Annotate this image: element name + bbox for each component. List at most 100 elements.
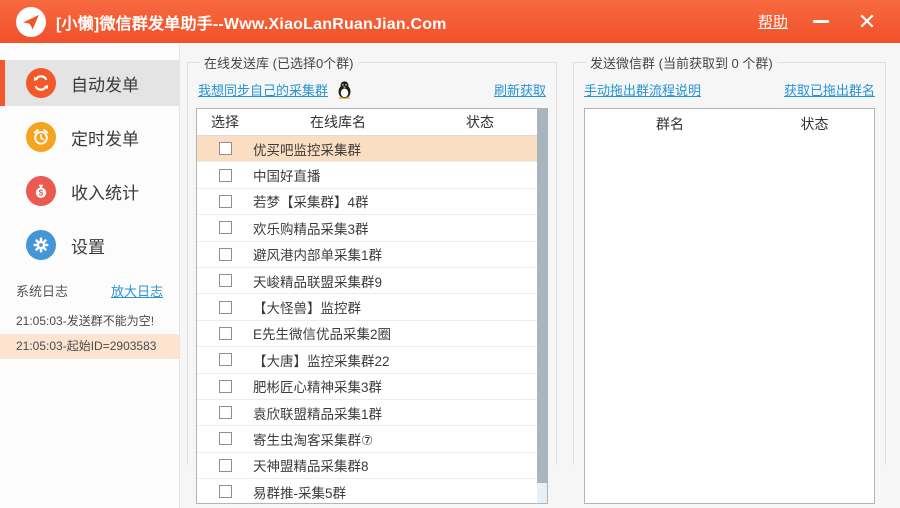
gear-icon xyxy=(26,230,56,260)
group-name: 天神盟精品采集群8 xyxy=(253,459,369,475)
sidebar-menu: 自动发单定时发单 $ 收入统计设置 xyxy=(0,43,179,268)
row-checkbox[interactable] xyxy=(218,432,232,446)
table-row[interactable]: 寄生虫淘客采集群⑦ xyxy=(197,426,547,453)
group-name: 欢乐购精品采集3群 xyxy=(253,221,369,237)
row-checkbox[interactable] xyxy=(218,406,232,420)
row-checkbox-cell xyxy=(197,274,253,288)
row-checkbox[interactable] xyxy=(218,274,232,288)
row-checkbox-cell xyxy=(197,194,253,208)
refresh-icon xyxy=(26,68,56,98)
sidebar-item-auto-send[interactable]: 自动发单 xyxy=(0,60,179,106)
log-title: 系统日志 xyxy=(16,284,69,299)
group-name: 【大唐】监控采集群22 xyxy=(253,353,390,369)
refresh-fetch-link[interactable]: 刷新获取 xyxy=(494,80,546,99)
table-row[interactable]: 若梦【采集群】4群 xyxy=(197,189,547,216)
sidebar-item-label: 定时发单 xyxy=(71,129,139,149)
wechat-group-panel: 发送微信群 (当前获取到 0 个群) 手动拖出群流程说明 获取已拖出群名 群名 状… xyxy=(573,53,886,504)
sidebar-item-label: 收入统计 xyxy=(71,183,139,203)
wechat-group-links: 手动拖出群流程说明 获取已拖出群名 xyxy=(584,80,875,99)
table-row[interactable]: 优买吧监控采集群 xyxy=(197,136,547,163)
group-name: 袁欣联盟精品采集1群 xyxy=(253,406,383,422)
money-bag-icon: $ xyxy=(26,176,56,206)
group-table-header: 群名 状态 xyxy=(585,109,874,139)
row-checkbox[interactable] xyxy=(218,485,232,499)
column-header: 选择 xyxy=(211,114,239,130)
row-checkbox[interactable] xyxy=(218,168,232,182)
row-checkbox-cell xyxy=(197,406,253,420)
group-name: 寄生虫淘客采集群⑦ xyxy=(253,432,374,448)
wechat-group-table: 群名 状态 xyxy=(584,108,875,504)
table-row[interactable]: 天神盟精品采集群8 xyxy=(197,453,547,480)
help-link[interactable]: 帮助 xyxy=(758,11,788,32)
svg-text:$: $ xyxy=(39,189,44,198)
minimize-icon xyxy=(813,20,829,23)
row-checkbox[interactable] xyxy=(218,221,232,235)
row-checkbox[interactable] xyxy=(218,247,232,261)
column-header: 在线库名 xyxy=(310,114,366,130)
row-checkbox[interactable] xyxy=(218,194,232,208)
column-header: 状态 xyxy=(800,116,829,132)
table-row[interactable]: 肥彬匠心精神采集3群 xyxy=(197,374,547,400)
row-checkbox[interactable] xyxy=(218,353,232,367)
alarm-icon xyxy=(26,122,56,152)
scrollbar-thumb[interactable] xyxy=(537,109,547,484)
online-table-header: 选择 在线库名 状态 xyxy=(197,109,547,136)
sidebar-item-timed-send[interactable]: 定时发单 xyxy=(0,114,179,160)
row-checkbox[interactable] xyxy=(218,300,232,314)
fetch-dragged-groups-link[interactable]: 获取已拖出群名 xyxy=(784,80,875,99)
row-checkbox[interactable] xyxy=(218,379,232,393)
sidebar-item-income-stats[interactable]: $ 收入统计 xyxy=(0,168,179,214)
table-row[interactable]: 【大唐】监控采集群22 xyxy=(197,347,547,374)
paper-plane-icon xyxy=(23,14,39,29)
row-checkbox-cell xyxy=(197,485,253,499)
log-header: 系统日志 放大日志 xyxy=(0,281,179,300)
row-checkbox-cell xyxy=(197,247,253,261)
table-row[interactable]: 欢乐购精品采集3群 xyxy=(197,215,547,242)
vertical-scrollbar[interactable] xyxy=(537,109,547,503)
sidebar-item-settings[interactable]: 设置 xyxy=(0,222,179,268)
group-name: 避风港内部单采集1群 xyxy=(253,248,383,264)
column-header: 群名 xyxy=(656,116,684,132)
online-table-body: 优买吧监控采集群 中国好直播若梦【采集群】4群欢乐购精品采集3群 避风港内部单采集1… xyxy=(197,136,547,503)
group-name: 优买吧监控采集群 xyxy=(253,142,361,158)
log-entries: 21:05:03-发送群不能为空! 21:05:03-起始ID=2903583 xyxy=(0,309,179,359)
row-checkbox-cell xyxy=(197,221,253,235)
log-entry: 21:05:03-发送群不能为空! xyxy=(16,314,155,328)
row-checkbox[interactable] xyxy=(218,142,232,156)
app-logo xyxy=(16,6,46,37)
group-name: 中国好直播 xyxy=(253,169,321,185)
wechat-group-panel-title: 发送微信群 (当前获取到 0 个群) xyxy=(590,56,773,71)
table-row[interactable]: 【大怪兽】监控群 xyxy=(197,294,547,321)
online-library-links: 我想同步自己的采集群 刷新获取 xyxy=(198,80,546,99)
row-checkbox-cell xyxy=(197,458,253,472)
row-checkbox[interactable] xyxy=(218,326,232,340)
app-title: [小懒]微信群发单助手--Www.XiaoLanRuanJian.Com xyxy=(56,15,447,33)
row-checkbox[interactable] xyxy=(218,458,232,472)
table-row[interactable]: 袁欣联盟精品采集1群 xyxy=(197,400,547,427)
log-entry: 21:05:03-起始ID=2903583 xyxy=(0,334,179,359)
sidebar: 自动发单定时发单 $ 收入统计设置 系统日志 放大日志 21:05:03-发送群不能… xyxy=(0,43,180,508)
group-name: 易群推-采集5群 xyxy=(253,485,347,501)
titlebar: [小懒]微信群发单助手--Www.XiaoLanRuanJian.Com 帮助 … xyxy=(0,0,900,43)
row-checkbox-cell xyxy=(197,326,253,340)
table-row[interactable]: 易群推-采集5群 xyxy=(197,479,547,503)
table-row[interactable]: E先生微信优品采集2圈 xyxy=(197,321,547,348)
row-checkbox-cell xyxy=(197,379,253,393)
group-name: 天峻精品联盟采集群9 xyxy=(253,274,383,290)
table-row[interactable]: 避风港内部单采集1群 xyxy=(197,242,547,268)
drag-out-guide-link[interactable]: 手动拖出群流程说明 xyxy=(584,80,701,99)
group-name: 【大怪兽】监控群 xyxy=(253,301,361,317)
close-button[interactable]: ✕ xyxy=(850,5,884,39)
table-row[interactable]: 中国好直播 xyxy=(197,162,547,189)
column-header: 状态 xyxy=(466,114,494,130)
online-library-panel-title: 在线发送库 (已选择0个群) xyxy=(204,56,354,71)
enlarge-log-link[interactable]: 放大日志 xyxy=(111,281,163,300)
row-checkbox-cell xyxy=(197,432,253,446)
online-library-panel: 在线发送库 (已选择0个群) 我想同步自己的采集群 刷新获取 选择 在线库名 状态 … xyxy=(187,53,557,504)
table-row[interactable]: 天峻精品联盟采集群9 xyxy=(197,268,547,295)
qq-penguin-icon xyxy=(338,81,351,99)
minimize-button[interactable] xyxy=(804,5,838,39)
sync-collection-link[interactable]: 我想同步自己的采集群 xyxy=(198,80,328,99)
sidebar-item-label: 设置 xyxy=(71,237,105,257)
row-checkbox-cell xyxy=(197,353,253,367)
